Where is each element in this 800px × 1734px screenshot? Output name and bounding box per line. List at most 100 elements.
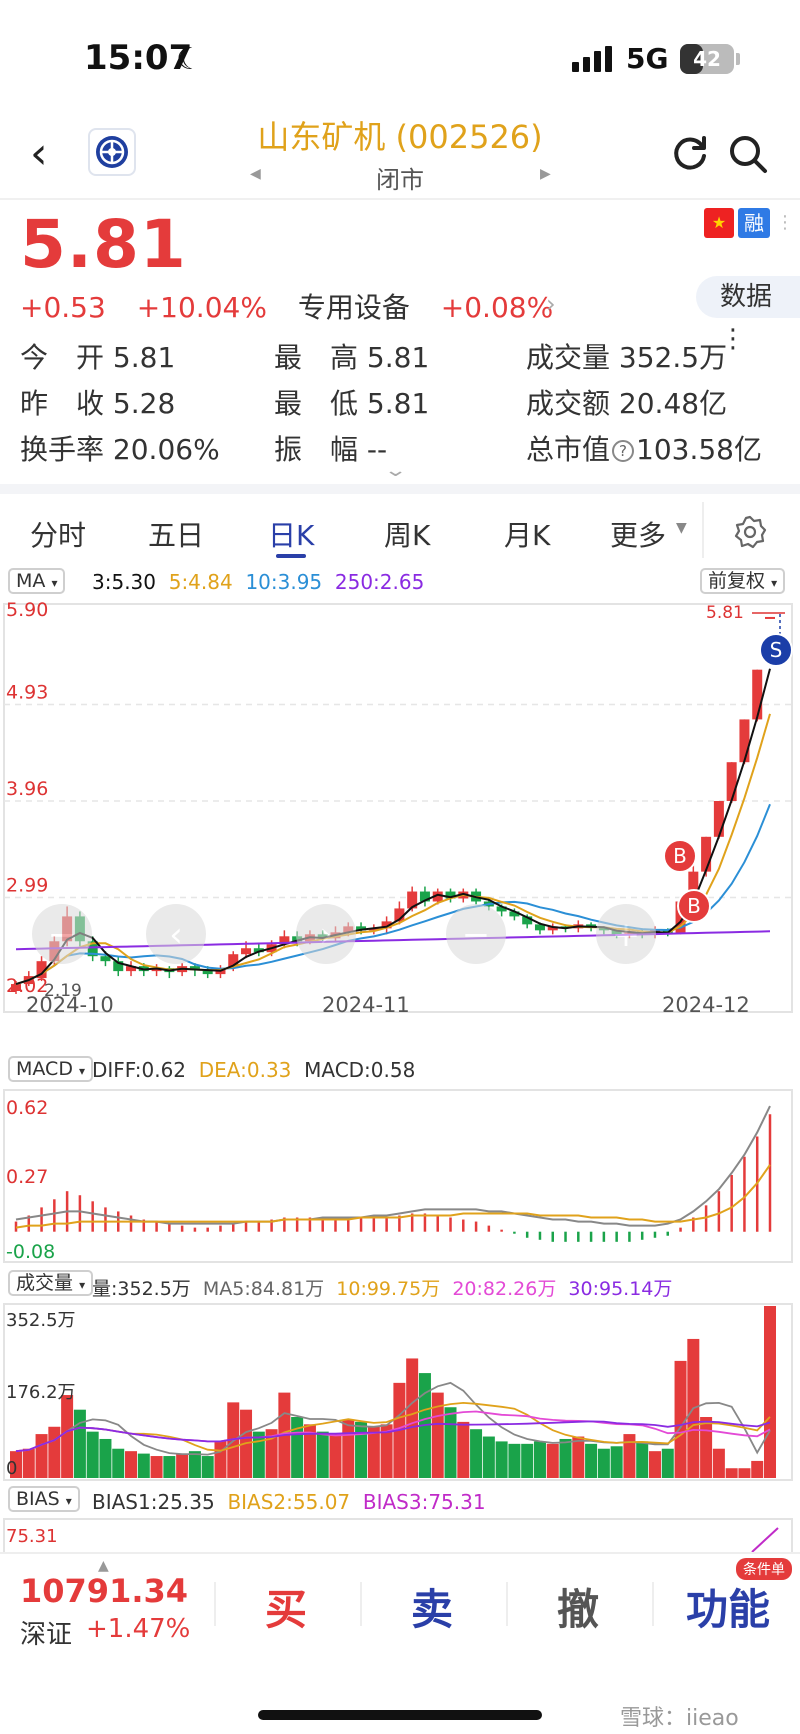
zoom-in-icon[interactable]: + bbox=[596, 904, 656, 964]
control-glyph: › bbox=[319, 915, 333, 955]
volume-bar bbox=[508, 1443, 521, 1478]
bottom-separator bbox=[360, 1582, 362, 1626]
tab-five-day[interactable]: 五日 bbox=[148, 514, 204, 554]
volume-chart[interactable]: 352.5万 176.2万 0 bbox=[0, 1302, 800, 1482]
volume-bar bbox=[291, 1417, 304, 1478]
search-icon[interactable] bbox=[726, 132, 770, 176]
tab-weekly-k[interactable]: 周K bbox=[384, 514, 430, 554]
volume-bar bbox=[86, 1431, 99, 1478]
ma250-line bbox=[15, 930, 771, 951]
conditional-order-badge[interactable]: 条件单 bbox=[736, 1558, 792, 1580]
section-divider bbox=[0, 484, 800, 494]
sell-button[interactable]: 卖 bbox=[372, 1576, 492, 1637]
ma-legend: 3:5.30 5:4.84 10:3.95 250:2.65 bbox=[92, 570, 425, 594]
back-icon[interactable]: ‹ bbox=[30, 128, 70, 179]
stock-title[interactable]: 山东矿机 (002526) bbox=[200, 112, 600, 158]
volume-bar bbox=[623, 1434, 636, 1478]
candle-body bbox=[100, 956, 111, 962]
expand-chevron-icon[interactable]: ⌄ bbox=[383, 460, 407, 481]
bias-chart[interactable]: 75.31 bbox=[0, 1518, 800, 1552]
signal-icon bbox=[572, 46, 612, 72]
stat-low: 最 低 5.81 bbox=[274, 387, 430, 420]
macd-chart[interactable]: 0.62 0.27 -0.08 bbox=[0, 1088, 800, 1264]
volume-bar bbox=[201, 1456, 214, 1478]
tab-monthly-k[interactable]: 月K bbox=[504, 514, 550, 554]
home-indicator[interactable] bbox=[258, 1710, 542, 1720]
price-change-pct: +10.04% bbox=[136, 291, 267, 324]
volume-y-tick: 352.5万 bbox=[6, 1310, 76, 1331]
company-logo-icon bbox=[88, 128, 136, 176]
battery-level: 42 bbox=[693, 47, 721, 71]
macd-y-tick: 0.27 bbox=[6, 1166, 48, 1188]
current-price: 5.81 bbox=[20, 206, 187, 283]
volume-bar bbox=[22, 1448, 35, 1478]
candlestick-chart[interactable]: 5.904.933.962.992.022024-10 2024-11 2024-1… bbox=[0, 596, 800, 1016]
bottom-separator bbox=[214, 1582, 216, 1626]
candle-body bbox=[739, 719, 750, 763]
ma-indicator-selector[interactable]: MA ▾ bbox=[8, 568, 66, 594]
scroll-right-icon[interactable]: › bbox=[296, 904, 356, 964]
vol-ma30-line bbox=[15, 1420, 771, 1453]
help-icon[interactable]: ? bbox=[612, 440, 635, 462]
volume-bar bbox=[610, 1446, 623, 1478]
tab-more[interactable]: 更多 bbox=[610, 514, 666, 554]
volume-bar bbox=[188, 1451, 201, 1478]
dea-line bbox=[15, 1164, 771, 1229]
macd-indicator-selector[interactable]: MACD ▾ bbox=[8, 1056, 94, 1082]
index-value[interactable]: 10791.34 bbox=[20, 1572, 188, 1610]
tab-daily-k[interactable]: 日K bbox=[268, 514, 314, 554]
scroll-left-icon[interactable]: ‹ bbox=[146, 904, 206, 964]
volume-bar bbox=[112, 1448, 125, 1478]
refresh-icon[interactable] bbox=[668, 132, 712, 176]
stat-prev-close: 昨 收 5.28 bbox=[20, 387, 176, 420]
next-stock-arrow-icon[interactable]: ▶ bbox=[540, 166, 551, 182]
volume-bar bbox=[35, 1434, 48, 1478]
index-change: +1.47% bbox=[86, 1614, 191, 1644]
volume-bar bbox=[751, 1460, 764, 1478]
gear-icon[interactable] bbox=[732, 514, 768, 550]
badge-more-icon[interactable]: ⋮ bbox=[776, 208, 794, 238]
sector-chevron-icon[interactable]: › bbox=[546, 290, 556, 318]
sector-change: +0.08% bbox=[440, 291, 554, 324]
candle-body bbox=[752, 669, 763, 720]
volume-bar bbox=[316, 1431, 329, 1478]
volume-y-tick: 0 bbox=[6, 1458, 17, 1479]
control-glyph: ‹ bbox=[169, 915, 183, 955]
macd-y-tick: -0.08 bbox=[6, 1241, 55, 1263]
volume-bar bbox=[482, 1436, 495, 1478]
volume-bar bbox=[252, 1431, 265, 1478]
volume-bar bbox=[559, 1438, 572, 1478]
volume-bar bbox=[355, 1421, 368, 1478]
volume-bar bbox=[533, 1441, 546, 1478]
volume-indicator-selector[interactable]: 成交量 ▾ bbox=[8, 1270, 94, 1296]
volume-bar bbox=[738, 1468, 751, 1478]
function-button[interactable]: 功能 bbox=[660, 1576, 796, 1637]
index-name: 深证 bbox=[20, 1620, 73, 1650]
tab-intraday[interactable]: 分时 bbox=[30, 514, 86, 554]
volume-bar bbox=[367, 1426, 380, 1478]
stat-high: 最 高 5.81 bbox=[274, 341, 430, 374]
macd-y-tick: 0.62 bbox=[6, 1097, 48, 1119]
prev-stock-arrow-icon[interactable]: ◀ bbox=[250, 166, 261, 182]
margin-badge[interactable]: 融 bbox=[738, 208, 770, 238]
moon-icon: ☾ bbox=[176, 42, 203, 77]
data-button-label: 数据 bbox=[720, 282, 773, 312]
cancel-order-button[interactable]: 撤 bbox=[518, 1576, 638, 1637]
sector-name[interactable]: 专用设备 bbox=[298, 291, 410, 324]
candle-body bbox=[765, 616, 775, 619]
bias-indicator-selector[interactable]: BIAS ▾ bbox=[8, 1486, 80, 1512]
price-change: +0.53 bbox=[20, 291, 106, 324]
volume-bar bbox=[406, 1358, 419, 1478]
zoom-minus-icon[interactable]: − bbox=[446, 904, 506, 964]
adjust-selector[interactable]: 前复权 ▾ bbox=[700, 568, 786, 594]
ma5-line bbox=[15, 713, 771, 986]
ma3-line bbox=[15, 668, 771, 986]
trade-marker-label: B bbox=[687, 894, 701, 918]
macd-frame bbox=[3, 1089, 793, 1263]
volume-bar bbox=[725, 1468, 738, 1478]
buy-button[interactable]: 买 bbox=[226, 1576, 346, 1637]
zoom-out-icon[interactable]: − bbox=[32, 904, 92, 964]
data-button[interactable]: 数据 ⋮ bbox=[696, 276, 800, 354]
macd-legend: DIFF:0.62 DEA:0.33 MACD:0.58 bbox=[92, 1058, 416, 1082]
stat-market-cap: 总市值? 103.58亿 bbox=[526, 433, 762, 466]
